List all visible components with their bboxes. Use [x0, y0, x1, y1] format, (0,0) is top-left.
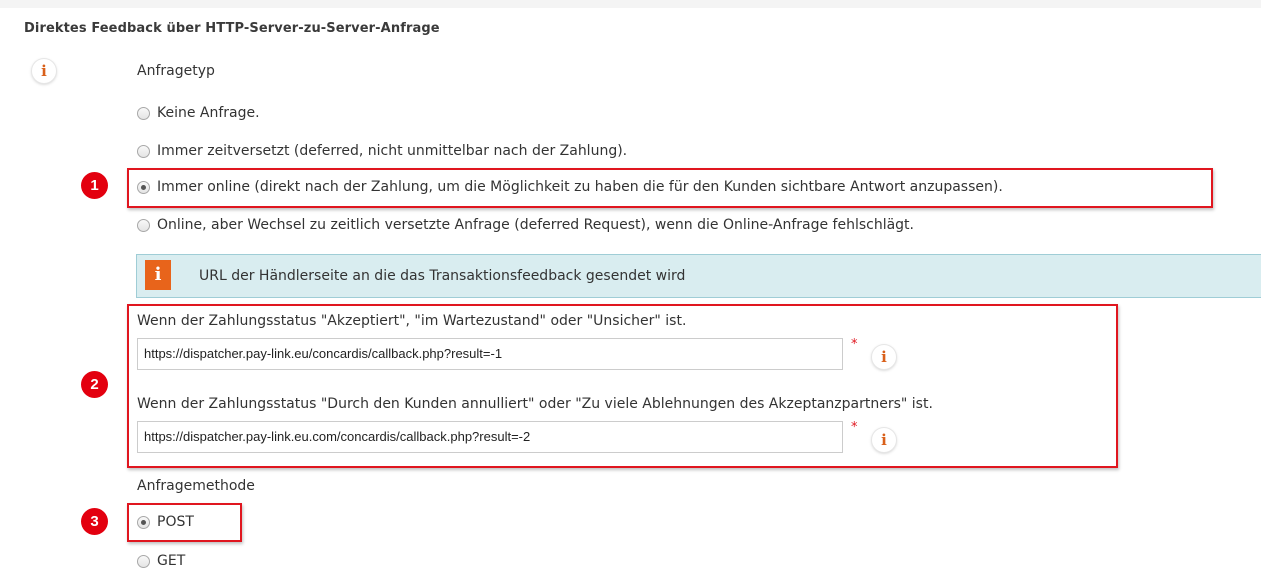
- url-field-2-label: Wenn der Zahlungsstatus "Durch den Kunde…: [137, 396, 933, 412]
- url-field-1-input[interactable]: https://dispatcher.pay-link.eu/concardis…: [137, 338, 843, 370]
- annotation-badge-3: 3: [81, 508, 108, 535]
- url-field-2-input[interactable]: https://dispatcher.pay-link.eu.com/conca…: [137, 421, 843, 453]
- highlight-box-1: [127, 168, 1213, 208]
- radio-label: Immer zeitversetzt (deferred, nicht unmi…: [157, 143, 628, 159]
- info-bar-text: URL der Händlerseite an die das Transakt…: [199, 268, 686, 284]
- radio-label: Online, aber Wechsel zu zeitlich versetz…: [157, 217, 914, 233]
- annotation-badge-2: 2: [81, 371, 108, 398]
- top-strip: [0, 0, 1261, 8]
- radio-option-deferred[interactable]: Immer zeitversetzt (deferred, nicht unmi…: [137, 141, 627, 161]
- info-icon[interactable]: i: [872, 428, 896, 452]
- info-bar: i URL der Händlerseite an die das Transa…: [136, 254, 1261, 298]
- radio-button-selected[interactable]: [137, 515, 150, 529]
- annotation-badge-1: 1: [81, 172, 108, 199]
- radio-button[interactable]: [137, 106, 150, 120]
- radio-button[interactable]: [137, 218, 150, 232]
- radio-button[interactable]: [137, 144, 150, 158]
- info-icon[interactable]: i: [872, 345, 896, 369]
- required-asterisk: *: [851, 337, 858, 352]
- radio-option-online-fallback[interactable]: Online, aber Wechsel zu zeitlich versetz…: [137, 215, 914, 235]
- radio-option-post[interactable]: POST: [137, 512, 194, 532]
- info-icon[interactable]: i: [32, 59, 56, 83]
- info-icon: i: [145, 260, 171, 290]
- required-asterisk: *: [851, 420, 858, 435]
- section-title: Direktes Feedback über HTTP-Server-zu-Se…: [24, 21, 440, 36]
- radio-option-get[interactable]: GET: [137, 551, 185, 571]
- radio-label: POST: [157, 514, 194, 530]
- radio-option-no-request[interactable]: Keine Anfrage.: [137, 103, 260, 123]
- request-method-label: Anfragemethode: [137, 478, 255, 494]
- url-field-1-label: Wenn der Zahlungsstatus "Akzeptiert", "i…: [137, 313, 687, 329]
- radio-label: Keine Anfrage.: [157, 105, 260, 121]
- radio-button[interactable]: [137, 554, 150, 568]
- radio-label: GET: [157, 553, 186, 569]
- request-type-label: Anfragetyp: [137, 63, 215, 79]
